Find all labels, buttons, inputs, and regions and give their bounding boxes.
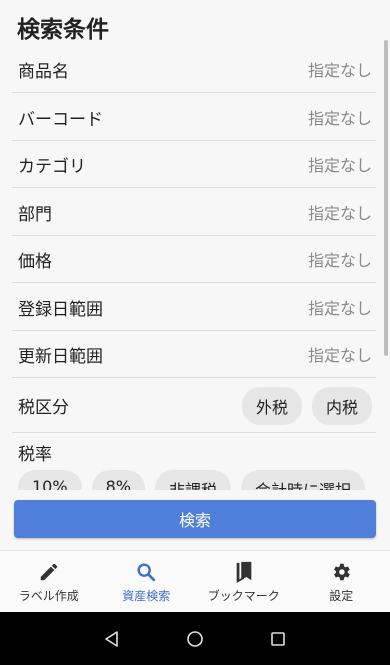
- field-row-price[interactable]: 価格 指定なし: [12, 236, 376, 283]
- app-window: 検索条件 商品名 指定なし バーコード 指定なし カテゴリ 指定なし 部門 指定…: [0, 0, 390, 665]
- field-row-registered-date-range[interactable]: 登録日範囲 指定なし: [12, 284, 376, 331]
- field-value: 指定なし: [307, 299, 372, 318]
- search-button[interactable]: 検索: [14, 500, 376, 538]
- tax-rate-options: 10% 8% 非課税 会計時に選択: [18, 470, 365, 490]
- field-value: 指定なし: [307, 61, 372, 80]
- field-value: 指定なし: [307, 156, 372, 175]
- field-row-product-name[interactable]: 商品名 指定なし: [12, 46, 376, 93]
- nav-label: 資産検索: [122, 588, 171, 603]
- bottom-navigation: ラベル作成 資産検索 ブックマーク 設定: [0, 550, 390, 612]
- tax-division-chip-inclusive[interactable]: 内税: [311, 386, 372, 425]
- tax-rate-chip-8[interactable]: 8%: [91, 470, 145, 490]
- tax-rate-chip-select-at-checkout[interactable]: 会計時に選択: [240, 470, 365, 490]
- nav-item-label-create[interactable]: ラベル作成: [0, 551, 98, 612]
- nav-item-asset-search[interactable]: 資産検索: [98, 551, 196, 612]
- pencil-icon: [37, 560, 61, 584]
- scrollbar[interactable]: [384, 40, 388, 356]
- field-row-barcode[interactable]: バーコード 指定なし: [12, 94, 376, 141]
- field-label: カテゴリ: [18, 156, 86, 177]
- field-row-category[interactable]: カテゴリ 指定なし: [12, 141, 376, 188]
- field-label: 商品名: [18, 61, 69, 82]
- search-icon: [134, 560, 158, 584]
- bookmarks-icon: [232, 560, 256, 584]
- gear-icon: [329, 560, 353, 584]
- home-icon[interactable]: [183, 627, 207, 651]
- tax-rate-label: 税率: [18, 445, 52, 465]
- tax-division-label: 税区分: [18, 398, 69, 418]
- search-button-bar: 検索: [0, 490, 390, 550]
- field-value: 指定なし: [307, 109, 372, 128]
- nav-item-bookmark[interactable]: ブックマーク: [195, 551, 293, 612]
- field-label: 登録日範囲: [18, 299, 103, 320]
- page-title: 検索条件: [17, 17, 109, 43]
- recents-icon[interactable]: [266, 627, 290, 651]
- back-icon[interactable]: [100, 627, 124, 651]
- system-navigation-bar: [0, 612, 390, 665]
- field-label: 部門: [18, 204, 52, 225]
- tax-division-row: 税区分 外税 内税: [12, 379, 376, 433]
- field-row-department[interactable]: 部門 指定なし: [12, 189, 376, 236]
- tax-rate-chip-exempt[interactable]: 非課税: [154, 470, 231, 490]
- tax-division-chip-exclusive[interactable]: 外税: [241, 386, 302, 425]
- tax-rate-chip-10[interactable]: 10%: [18, 470, 82, 490]
- field-label: 価格: [18, 251, 52, 272]
- field-label: バーコード: [18, 109, 103, 130]
- nav-label: ブックマーク: [207, 588, 280, 603]
- search-conditions-panel[interactable]: 検索条件 商品名 指定なし バーコード 指定なし カテゴリ 指定なし 部門 指定…: [0, 0, 390, 490]
- field-label: 更新日範囲: [18, 346, 103, 367]
- nav-item-settings[interactable]: 設定: [293, 551, 390, 612]
- field-value: 指定なし: [307, 251, 372, 270]
- tax-division-options: 外税 内税: [241, 386, 372, 425]
- field-value: 指定なし: [307, 346, 372, 365]
- field-row-updated-date-range[interactable]: 更新日範囲 指定なし: [12, 331, 376, 378]
- field-value: 指定なし: [307, 204, 372, 223]
- nav-label: 設定: [329, 588, 354, 603]
- nav-label: ラベル作成: [18, 588, 79, 603]
